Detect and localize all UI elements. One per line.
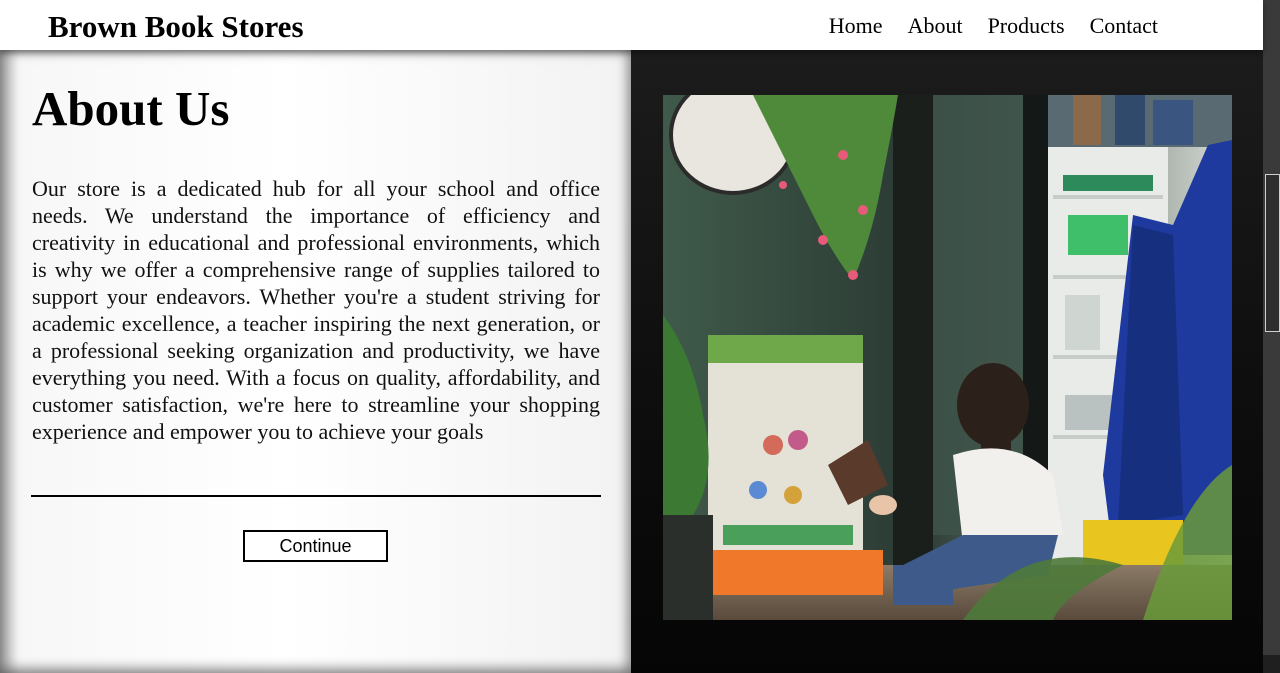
- navbar: Brown Book Stores Home About Products Co…: [0, 0, 1263, 50]
- nav-link-about[interactable]: About: [908, 12, 963, 40]
- continue-button[interactable]: Continue: [243, 530, 388, 562]
- image-panel: [631, 50, 1263, 673]
- divider: [31, 495, 601, 497]
- bookstore-photo: [663, 95, 1232, 620]
- brand-title[interactable]: Brown Book Stores: [48, 8, 304, 46]
- about-panel: About Us Our store is a dedicated hub fo…: [0, 50, 631, 673]
- nav-links: Home About Products Contact: [829, 12, 1158, 40]
- scrollbar-track-end: [1263, 655, 1280, 673]
- nav-link-home[interactable]: Home: [829, 12, 883, 40]
- page-scrollbar[interactable]: [1263, 0, 1280, 673]
- bookstore-photo-illustration: [663, 95, 1232, 620]
- nav-link-products[interactable]: Products: [988, 12, 1065, 40]
- about-description: Our store is a dedicated hub for all you…: [32, 176, 600, 444]
- scrollbar-thumb[interactable]: [1265, 174, 1280, 332]
- page-title: About Us: [32, 81, 230, 136]
- nav-link-contact[interactable]: Contact: [1090, 12, 1158, 40]
